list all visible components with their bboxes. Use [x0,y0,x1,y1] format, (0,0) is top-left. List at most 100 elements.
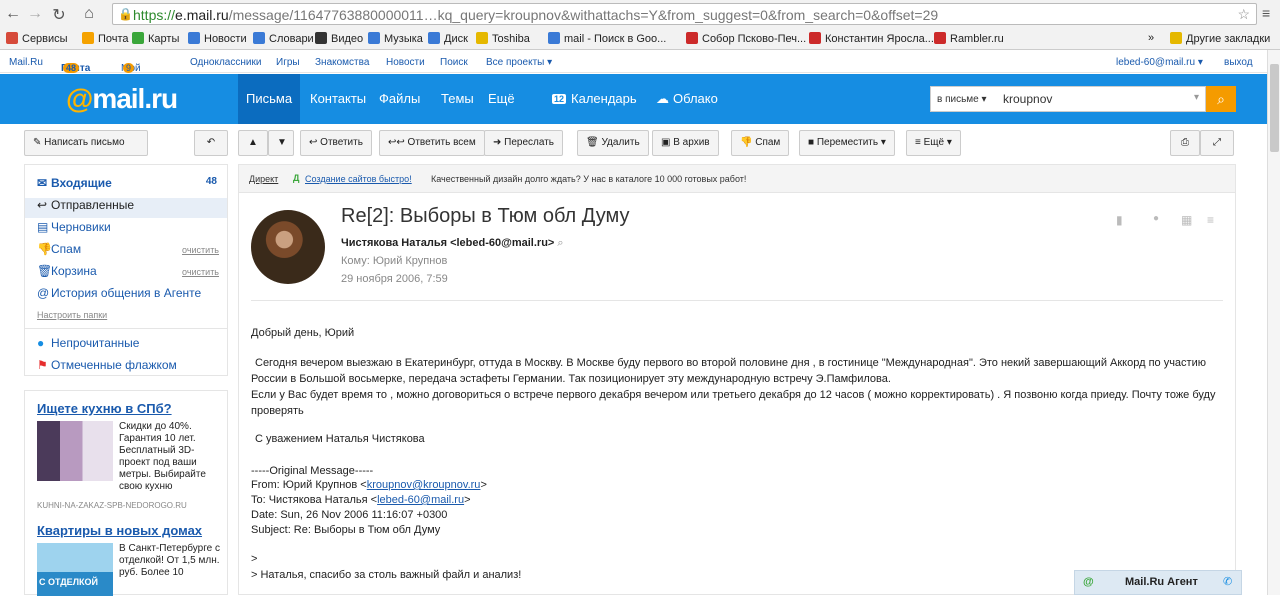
portal-link-mailru[interactable]: Mail.Ru [9,57,43,68]
address-bar-row: ← → ↻ ⌂ 🔒 https://e.mail.ru/message/1164… [0,0,1280,28]
tab-contacts[interactable]: Контакты [310,91,366,106]
bookmark-item[interactable]: Видео [315,32,363,45]
bookmark-item[interactable]: Toshiba [476,32,530,45]
filter-unread[interactable]: ● Непрочитанные [37,336,139,350]
ad-title-kitchen[interactable]: Ищете кухню в СПб? [37,401,172,416]
setup-folders-link[interactable]: Настроить папки [37,310,107,320]
forward-button[interactable]: ➜ Переслать [484,130,564,156]
portal-link-allprojects[interactable]: Все проекты ▾ [486,57,552,68]
sidebar-item-drafts[interactable]: ▤ Черновики [37,220,111,234]
portal-link-news[interactable]: Новости [386,57,425,68]
bookmark-item[interactable]: Собор Псково-Печ... [686,32,806,45]
archive-button[interactable]: ▣ В архив [652,130,719,156]
search-icon[interactable]: ⌕ [557,237,563,249]
other-bookmarks-folder[interactable]: Другие закладки [1170,32,1270,45]
message-from[interactable]: Чистякова Наталья <lebed-60@mail.ru> ⌕ [341,237,564,250]
home-icon[interactable]: ⌂ [80,5,98,23]
print-button[interactable]: ⎙ [1170,130,1200,156]
bookmark-item[interactable]: Константин Яросла... [809,32,934,45]
bookmark-item[interactable]: Почта [82,32,129,45]
move-button[interactable]: ■ Переместить ▾ [799,130,895,156]
direct-label[interactable]: Директ [249,174,278,184]
scrollbar-thumb[interactable] [1270,64,1279,152]
search-button[interactable]: ⌕ [1206,86,1236,112]
sidebar-item-agent-history[interactable]: @ История общения в Агенте [37,286,201,300]
portal-link-games[interactable]: Игры [276,57,300,68]
back-arrow-icon[interactable]: ← [4,5,22,23]
read-status-icon[interactable]: ● [1153,213,1159,224]
flag-icon: ⚑ [37,358,48,372]
undo-button[interactable]: ↶ [194,130,228,156]
sidebar-divider [25,328,227,329]
search-scope-select[interactable]: в письме ▾ [937,94,987,105]
agent-widget[interactable]: @ Mail.Ru Агент ✆ [1074,570,1242,595]
url-field[interactable]: 🔒 https://e.mail.ru/message/116477638800… [112,3,1257,25]
bookmarks-overflow[interactable]: » [1148,32,1154,44]
bookmark-item[interactable]: Диск [428,32,468,45]
tab-themes[interactable]: Темы [441,91,474,106]
chevron-down-icon[interactable]: ▾ [1194,92,1199,103]
bookmark-item[interactable]: Сервисы [6,32,68,45]
portal-link-ok[interactable]: Одноклассники [190,57,261,68]
tab-more[interactable]: Ещё [488,91,515,106]
ad-image-apartments[interactable]: С ОТДЕЛКОЙ [37,543,113,596]
message-subject: Re[2]: Выборы в Тюм обл Думу [341,205,630,227]
next-message-button[interactable]: ▼ [268,130,294,156]
filter-flagged[interactable]: ⚑ Отмеченные флажком [37,358,177,372]
bookmark-item[interactable]: mail - Поиск в Goo... [548,32,666,45]
direct-ad-bar: Директ Д Создание сайтов быстро! Качеств… [239,165,1235,193]
ad-image-kitchen[interactable] [37,421,113,481]
direct-ad-link[interactable]: Создание сайтов быстро! [305,174,412,184]
bookmark-label: Rambler.ru [950,33,1004,45]
fullscreen-button[interactable]: ⤢ [1200,130,1234,156]
calendar-icon[interactable]: ▦ [1181,213,1192,227]
sidebar-item-spam[interactable]: 👎Спам [37,242,81,256]
prev-message-button[interactable]: ▲ [238,130,268,156]
ad-domain-kitchen[interactable]: KUHNI-NA-ZAKAZ-SPB-NEDOROGO.RU [37,501,187,510]
more-button[interactable]: ≡ Ещё ▾ [906,130,961,156]
ad-title-apartments[interactable]: Квартиры в новых домах [37,523,202,538]
tab-calendar[interactable]: 12 Календарь [552,91,637,106]
forward-arrow-icon[interactable]: → [26,5,44,23]
bookmark-item[interactable]: Музыка [368,32,423,45]
sidebar-item-sent[interactable]: ↩ Отправленные [25,198,227,218]
tab-letters[interactable]: Письма [246,91,292,106]
bookmark-star-icon[interactable]: ☆ [1237,6,1250,23]
phone-icon[interactable]: ✆ [1223,575,1232,588]
bookmark-item[interactable]: Словари [253,32,314,45]
portal-link-search[interactable]: Поиск [440,57,468,68]
browser-menu-icon[interactable]: ≡ [1262,5,1270,21]
bookmark-icon[interactable]: ▮ [1116,213,1123,227]
mailru-logo[interactable]: @mail.ru [66,83,178,115]
clean-trash-link[interactable]: очистить [182,267,219,277]
bookmark-item[interactable]: Rambler.ru [934,32,1004,45]
lock-icon: 🔒 [118,7,133,21]
folder-icon: ■ [808,137,817,148]
reload-icon[interactable]: ↻ [50,5,68,25]
thumb-down-icon: 👎 [740,137,756,148]
quote-line-0: > [251,553,258,565]
portal-link-dating[interactable]: Знакомства [315,57,369,68]
orig-to-email-link[interactable]: lebed-60@mail.ru [377,494,464,506]
search-input[interactable]: в письме ▾ kroupnov ▾ [930,86,1206,112]
undo-icon: ↶ [206,137,216,148]
bookmark-item[interactable]: Карты [132,32,179,45]
delete-button[interactable]: 🗑 Удалить [577,130,649,156]
menu-icon[interactable]: ≡ [1207,213,1214,227]
tab-files[interactable]: Файлы [379,91,420,106]
sidebar-item-inbox[interactable]: ✉ Входящие 48 [37,176,217,190]
reply-all-button[interactable]: ↩↩ Ответить всем [379,130,485,156]
forward-icon: ➜ [493,137,505,148]
spam-button[interactable]: 👎 Спам [731,130,790,156]
compose-button[interactable]: ✎ Написать письмо [24,130,148,156]
logout-link[interactable]: выход [1224,57,1253,68]
clean-spam-link[interactable]: очистить [182,245,219,255]
orig-to: To: Чистякова Наталья <lebed-60@mail.ru> [251,494,471,506]
user-menu[interactable]: lebed-60@mail.ru ▾ [1116,57,1203,68]
orig-from-email-link[interactable]: kroupnov@kroupnov.ru [367,479,481,491]
page-scrollbar[interactable] [1267,50,1280,595]
bookmark-item[interactable]: Новости [188,32,247,45]
sidebar-item-trash[interactable]: 🗑Корзина [37,264,97,278]
tab-cloud[interactable]: ☁ Облако [656,91,718,107]
reply-button[interactable]: ↩ Ответить [300,130,372,156]
